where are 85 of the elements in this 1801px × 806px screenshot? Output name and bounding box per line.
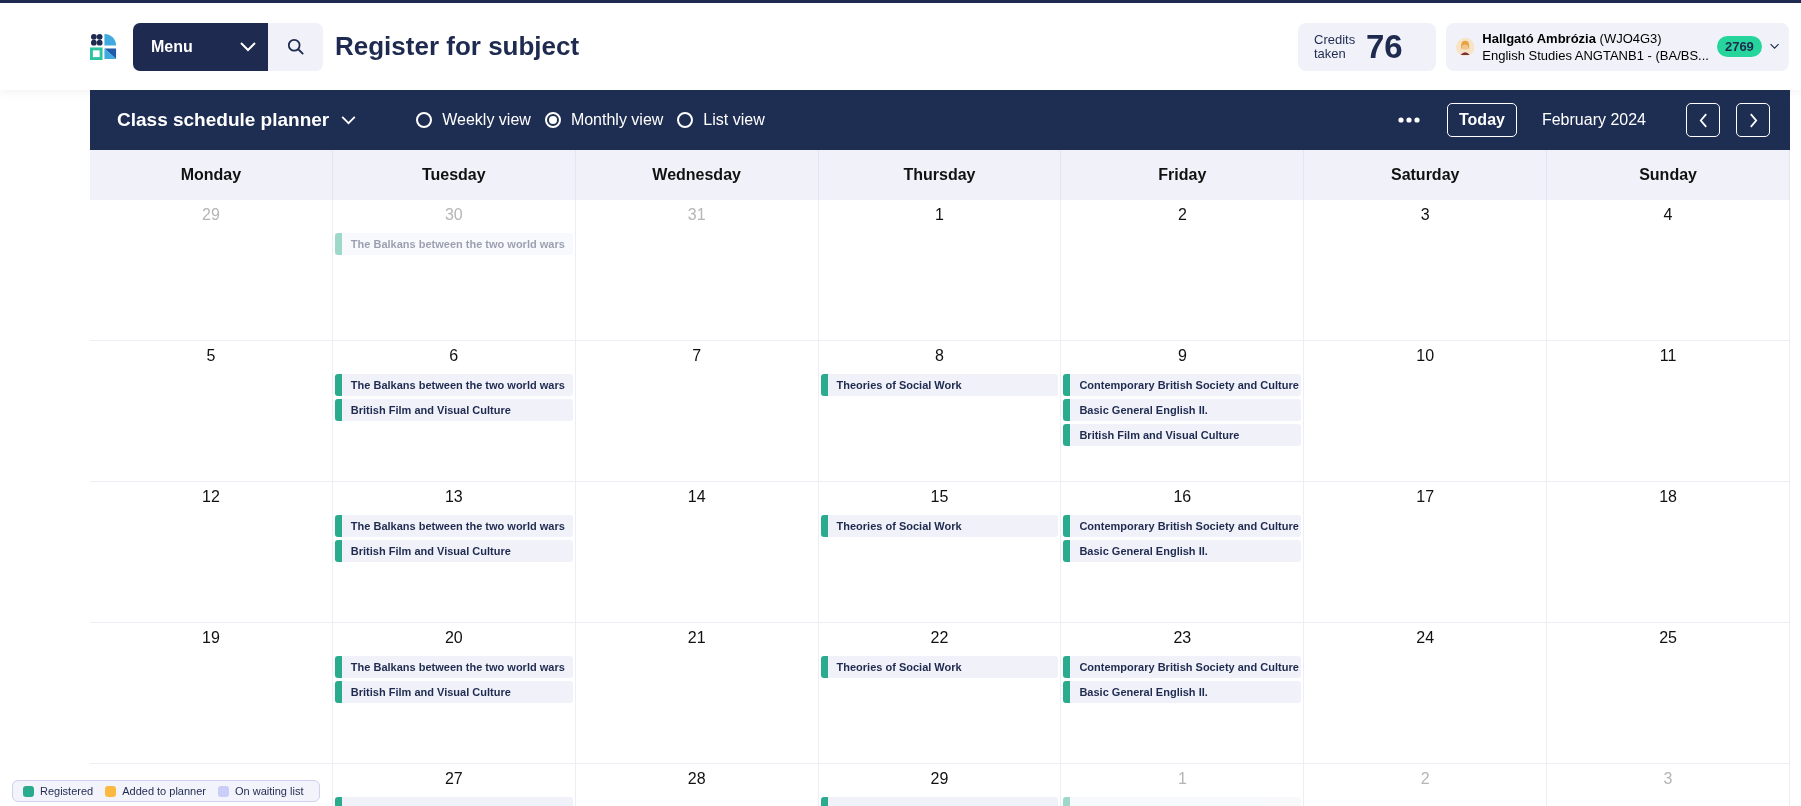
weekday-header: Saturday — [1304, 150, 1548, 200]
day-number: 14 — [686, 487, 707, 507]
event-chip[interactable]: British Film and Visual Culture — [334, 681, 573, 703]
day-number: 1 — [1176, 769, 1188, 789]
day-number: 24 — [1415, 628, 1436, 648]
next-button[interactable] — [1736, 103, 1770, 137]
day-number: 5 — [205, 346, 217, 366]
day-number: 7 — [691, 346, 703, 366]
day-number: 28 — [686, 769, 707, 789]
credits-value: 76 — [1366, 27, 1403, 66]
user-name: Hallgató Ambrózia (WJO4G3) — [1482, 29, 1663, 47]
legend-label: On waiting list — [235, 785, 304, 797]
previous-button[interactable] — [1686, 103, 1720, 137]
day-number: 2 — [1176, 205, 1188, 225]
chevron-down-icon — [341, 115, 357, 125]
event-chip[interactable]: Theories of Social Work — [820, 374, 1059, 396]
search-button[interactable] — [268, 22, 323, 71]
day-number: 8 — [934, 346, 945, 366]
day-number: 2 — [1419, 769, 1431, 789]
day-number: 22 — [929, 628, 950, 648]
day-number: 16 — [1172, 487, 1193, 507]
weekday-header: Thursday — [818, 150, 1062, 200]
more-icon[interactable] — [1398, 117, 1420, 123]
day-number: 18 — [1658, 487, 1678, 507]
chevron-right-icon — [1748, 112, 1758, 128]
day-number: 19 — [201, 628, 221, 648]
event-chip[interactable]: Basic General English II. — [1063, 681, 1302, 703]
event-chip[interactable]: Basic General English II. — [1063, 540, 1302, 562]
weekday-header: Monday — [90, 150, 333, 200]
event-chip[interactable]: Theories of Social Work — [820, 515, 1059, 537]
planner-dropdown[interactable]: Class schedule planner — [117, 109, 357, 131]
event-chip[interactable]: Theories of Social Work — [820, 656, 1059, 678]
legend-label: Added to planner — [122, 785, 206, 797]
chevron-down-icon — [1769, 42, 1779, 51]
day-number: 1 — [934, 205, 945, 225]
chevron-left-icon — [1698, 112, 1708, 128]
day-number: 3 — [1662, 769, 1674, 789]
points-badge: 2769 — [1716, 36, 1762, 57]
day-number: 29 — [929, 769, 950, 789]
day-number: 4 — [1662, 205, 1674, 225]
event-chip[interactable]: Contemporary British Society and Culture — [1063, 374, 1302, 396]
menu-button[interactable]: Menu — [133, 22, 268, 71]
user-card[interactable]: Hallgató Ambrózia (WJO4G3) English Studies ANGTANB1 - (BA/BS... 2769 — [1446, 22, 1789, 71]
event-chip[interactable]: The Balkans between the two world wars — [334, 656, 573, 678]
day-number: 20 — [443, 628, 464, 648]
event-chip[interactable]: The Balkans between the two world wars — [334, 374, 573, 396]
event-chip[interactable]: Contemporary British Society and Culture — [1063, 515, 1302, 537]
view-radio[interactable]: Monthly view — [544, 111, 664, 129]
today-button[interactable]: Today — [1447, 103, 1517, 137]
day-number: 6 — [448, 346, 460, 366]
view-radio[interactable]: List view — [677, 111, 765, 129]
page-title: Register for subject — [335, 31, 580, 62]
day-number: 11 — [1658, 346, 1678, 366]
view-radio[interactable]: Weekly view — [416, 111, 531, 129]
logo-icon — [90, 33, 117, 60]
legend-label: Registered — [40, 785, 94, 797]
event-chip[interactable]: British Film and Visual Culture — [334, 540, 573, 562]
day-number: 27 — [443, 769, 464, 789]
chevron-down-icon — [240, 41, 256, 52]
day-number: 25 — [1658, 628, 1678, 648]
day-number: 21 — [686, 628, 707, 648]
event-chip[interactable]: Contemporary British Society and Culture — [1063, 656, 1302, 678]
day-number: 31 — [686, 205, 707, 225]
user-program: English Studies ANGTANB1 - (BA/BS... — [1482, 46, 1709, 64]
day-number: 12 — [201, 487, 221, 507]
month-label: February 2024 — [1541, 111, 1646, 129]
day-number: 17 — [1415, 487, 1436, 507]
day-number: 23 — [1172, 628, 1193, 648]
event-chip[interactable]: British Film and Visual Culture — [1063, 424, 1302, 446]
day-number: 3 — [1419, 205, 1431, 225]
event-chip[interactable]: The Balkans between the two world wars — [334, 515, 573, 537]
day-number: 15 — [929, 487, 950, 507]
weekday-header: Tuesday — [332, 150, 576, 200]
day-number: 30 — [443, 205, 464, 225]
weekday-header: Sunday — [1547, 150, 1790, 200]
weekday-header: Wednesday — [575, 150, 819, 200]
day-number: 9 — [1176, 346, 1188, 366]
day-number: 10 — [1415, 346, 1436, 366]
credits-label: Credits taken — [1314, 32, 1357, 61]
search-icon — [286, 37, 305, 56]
event-chip[interactable]: British Film and Visual Culture — [334, 399, 573, 421]
event-chip[interactable]: Basic General English II. — [1063, 399, 1302, 421]
day-number: 29 — [201, 205, 221, 225]
weekday-header: Friday — [1061, 150, 1305, 200]
day-number: 13 — [443, 487, 464, 507]
